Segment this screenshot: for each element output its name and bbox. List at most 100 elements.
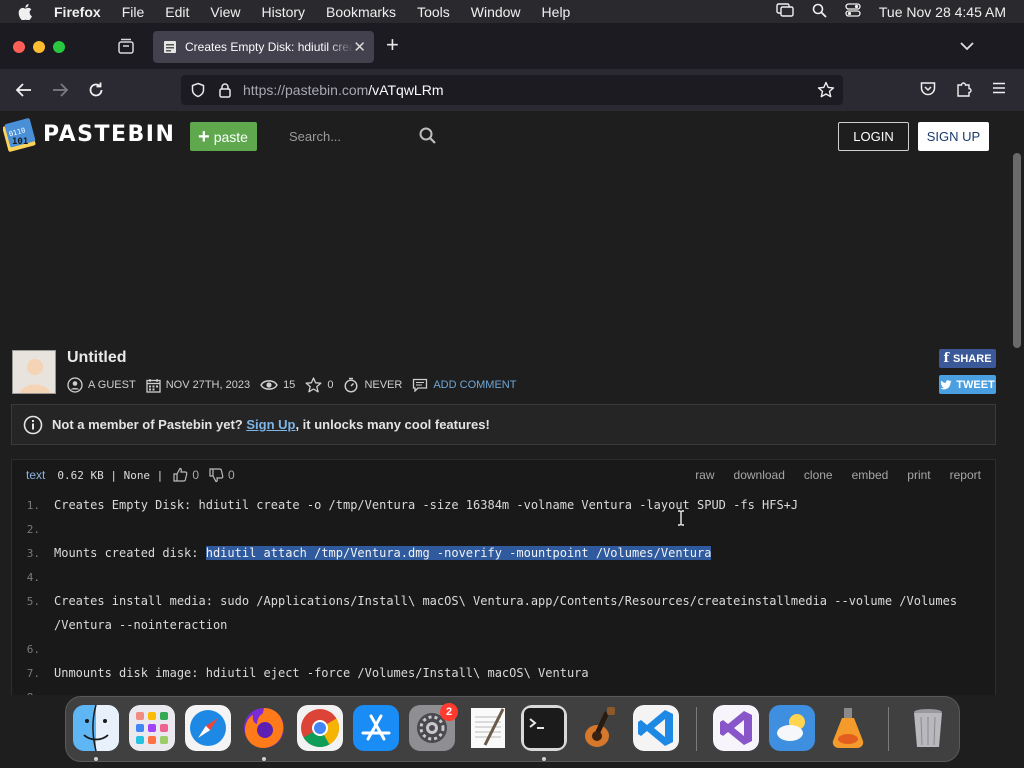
tab-close-icon[interactable]: ✕ xyxy=(353,38,366,56)
control-center-icon[interactable] xyxy=(845,3,861,20)
raw-link[interactable]: raw xyxy=(695,468,714,482)
terminal-icon[interactable] xyxy=(521,705,567,751)
info-icon xyxy=(23,415,43,434)
svg-text:101: 101 xyxy=(12,137,28,147)
pastebin-header: 0110 101 PASTEBIN + paste Search... LOGI… xyxy=(0,111,1010,161)
url-text[interactable]: https://pastebin.com/vATqwLRm xyxy=(243,82,444,98)
apple-icon[interactable] xyxy=(18,3,38,20)
scrollbar-thumb[interactable] xyxy=(1013,153,1021,348)
launchpad-icon[interactable] xyxy=(129,705,175,751)
like-count: 0 xyxy=(192,468,199,482)
syntax-label[interactable]: text xyxy=(26,468,45,482)
page-scrollbar[interactable] xyxy=(1010,111,1024,695)
report-link[interactable]: report xyxy=(950,468,981,482)
code-line[interactable]: 7. Unmounts disk image: hdiutil eject -f… xyxy=(12,661,589,685)
code-line-wrapped[interactable]: /Ventura --nointeraction xyxy=(12,613,227,637)
browser-nav-bar: https://pastebin.com/vATqwLRm xyxy=(0,69,1024,111)
menu-window[interactable]: Window xyxy=(471,4,521,20)
trash-icon[interactable] xyxy=(905,705,951,751)
hamburger-menu-icon[interactable] xyxy=(991,80,1011,100)
url-path: /vATqwLRm xyxy=(368,82,444,98)
code-text[interactable]: Creates Empty Disk: hdiutil create -o /t… xyxy=(54,498,798,512)
print-link[interactable]: print xyxy=(907,468,930,482)
new-tab-icon[interactable]: + xyxy=(386,34,399,56)
tab-active[interactable]: Creates Empty Disk: hdiutil create ✕ xyxy=(153,31,374,63)
menu-history[interactable]: History xyxy=(261,4,305,20)
firefox-view-icon[interactable] xyxy=(116,37,136,55)
code-line[interactable]: 8. xyxy=(12,685,54,696)
add-comment-label[interactable]: ADD COMMENT xyxy=(433,379,516,391)
signup-button[interactable]: SIGN UP xyxy=(918,122,989,151)
notice-signup-link[interactable]: Sign Up xyxy=(246,417,295,432)
code-text[interactable]: Creates install media: sudo /Application… xyxy=(54,594,957,608)
menu-help[interactable]: Help xyxy=(542,4,571,20)
back-arrow-icon[interactable] xyxy=(14,80,34,100)
reload-icon[interactable] xyxy=(86,80,106,100)
tracking-protection-shield-icon[interactable] xyxy=(190,82,206,101)
code-line[interactable]: 3. Mounts created disk: hdiutil attach /… xyxy=(12,541,712,565)
vscode-icon[interactable] xyxy=(633,705,679,751)
screen-mirroring-icon[interactable] xyxy=(776,3,794,20)
spotlight-search-icon[interactable] xyxy=(812,3,827,21)
twitter-tweet-button[interactable]: TWEET xyxy=(939,375,996,394)
macos-menu-bar: Firefox File Edit View History Bookmarks… xyxy=(0,0,1024,23)
selected-code-text[interactable]: hdiutil attach /tmp/Ventura.dmg -noverif… xyxy=(205,546,712,560)
code-text[interactable]: /Ventura --nointeraction xyxy=(54,618,227,632)
menu-bookmarks[interactable]: Bookmarks xyxy=(326,4,396,20)
facebook-icon: f xyxy=(943,351,950,366)
add-comment-link[interactable]: ADD COMMENT xyxy=(412,378,516,392)
window-close-button[interactable] xyxy=(13,41,25,53)
bookmark-star-icon[interactable] xyxy=(817,81,835,102)
list-all-tabs-chevron-icon[interactable] xyxy=(960,38,974,52)
pastebin-logo-icon[interactable]: 0110 101 xyxy=(2,117,37,153)
forward-arrow-icon[interactable] xyxy=(50,80,70,100)
new-paste-button[interactable]: + paste xyxy=(190,122,257,151)
extensions-puzzle-icon[interactable] xyxy=(955,80,975,100)
app-store-icon[interactable] xyxy=(353,705,399,751)
login-button[interactable]: LOGIN xyxy=(838,122,909,151)
author-name[interactable]: A GUEST xyxy=(88,379,136,391)
code-line[interactable]: 6. xyxy=(12,637,54,661)
weather-icon[interactable] xyxy=(769,705,815,751)
paste-views: 15 xyxy=(260,379,295,391)
dislike-button[interactable]: 0 xyxy=(208,467,235,483)
firefox-dock-icon[interactable] xyxy=(241,705,287,751)
like-button[interactable]: 0 xyxy=(172,467,199,483)
code-line[interactable]: 5. Creates install media: sudo /Applicat… xyxy=(12,589,957,613)
search-icon[interactable] xyxy=(419,127,436,144)
finder-icon[interactable] xyxy=(73,705,119,751)
notice-suffix: , it unlocks many cool features! xyxy=(295,417,490,432)
url-bar[interactable]: https://pastebin.com/vATqwLRm xyxy=(181,75,843,105)
window-minimize-button[interactable] xyxy=(33,41,45,53)
menu-file[interactable]: File xyxy=(122,4,145,20)
pastebin-logo-text[interactable]: PASTEBIN xyxy=(43,122,175,147)
safari-icon[interactable] xyxy=(185,705,231,751)
code-text[interactable]: Mounts created disk: xyxy=(54,546,206,560)
paste-expiry: NEVER xyxy=(343,377,402,393)
paste-author: A GUEST xyxy=(67,377,136,393)
code-line[interactable]: 2. xyxy=(12,517,54,541)
lock-icon[interactable] xyxy=(218,82,232,101)
window-fullscreen-button[interactable] xyxy=(53,41,65,53)
code-text[interactable]: Unmounts disk image: hdiutil eject -forc… xyxy=(54,666,589,680)
menubar-clock[interactable]: Tue Nov 28 4:45 AM xyxy=(879,4,1006,20)
clone-link[interactable]: clone xyxy=(804,468,833,482)
pocket-icon[interactable] xyxy=(919,80,939,100)
embed-link[interactable]: embed xyxy=(852,468,889,482)
star-icon[interactable] xyxy=(305,377,322,393)
textedit-icon[interactable] xyxy=(465,705,511,751)
menu-edit[interactable]: Edit xyxy=(165,4,189,20)
menu-firefox[interactable]: Firefox xyxy=(54,4,101,20)
facebook-share-button[interactable]: f SHARE xyxy=(939,349,996,368)
menu-view[interactable]: View xyxy=(210,4,240,20)
code-line[interactable]: 4. xyxy=(12,565,54,589)
menu-tools[interactable]: Tools xyxy=(417,4,450,20)
garageband-icon[interactable] xyxy=(577,705,623,751)
download-link[interactable]: download xyxy=(734,468,785,482)
stars-count: 0 xyxy=(327,379,334,391)
visual-studio-icon[interactable] xyxy=(713,705,759,751)
chrome-icon[interactable] xyxy=(297,705,343,751)
flask-app-icon[interactable] xyxy=(825,705,871,751)
pastebin-search-input[interactable]: Search... xyxy=(281,123,441,149)
avatar[interactable] xyxy=(12,350,56,394)
